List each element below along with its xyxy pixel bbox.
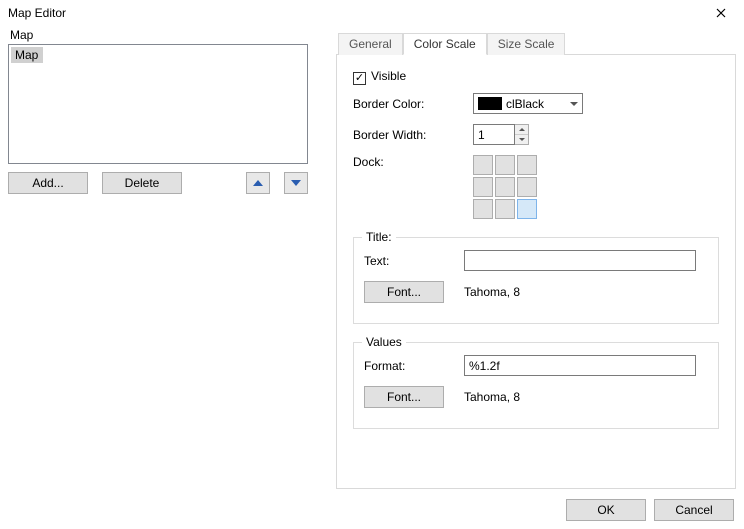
title-legend: Title: xyxy=(362,230,396,244)
tab-general[interactable]: General xyxy=(338,33,403,55)
close-button[interactable] xyxy=(706,3,736,23)
title-font-value: Tahoma, 8 xyxy=(464,285,520,299)
dock-cell-6[interactable] xyxy=(473,199,493,219)
map-group-label: Map xyxy=(10,28,328,42)
title-text-label: Text: xyxy=(364,254,464,268)
dialog-footer: OK Cancel xyxy=(566,499,734,521)
dock-cell-0[interactable] xyxy=(473,155,493,175)
values-font-value: Tahoma, 8 xyxy=(464,390,520,404)
left-panel: Map Map Add... Delete xyxy=(8,24,328,489)
border-color-select[interactable]: clBlack xyxy=(473,93,583,114)
spin-up-button[interactable] xyxy=(515,125,528,135)
tab-panel-color-scale: ✓ Visible Border Color: clBlack Border W… xyxy=(336,55,736,489)
list-item[interactable]: Map xyxy=(11,47,43,63)
right-panel: General Color Scale Size Scale ✓ Visible… xyxy=(336,24,736,489)
dock-cell-2[interactable] xyxy=(517,155,537,175)
visible-checkbox[interactable]: ✓ xyxy=(353,72,366,85)
values-fieldset: Values Format: Font... Tahoma, 8 xyxy=(353,342,719,429)
dock-selector[interactable] xyxy=(473,155,537,219)
arrow-up-icon xyxy=(253,180,263,186)
tab-size-scale[interactable]: Size Scale xyxy=(487,33,566,55)
checkmark-icon: ✓ xyxy=(355,73,364,84)
border-color-value: clBlack xyxy=(506,97,566,111)
title-text-input[interactable] xyxy=(464,250,696,271)
border-width-input[interactable] xyxy=(473,124,515,145)
dock-label: Dock: xyxy=(353,155,473,169)
tab-color-scale[interactable]: Color Scale xyxy=(403,33,487,55)
title-font-button[interactable]: Font... xyxy=(364,281,444,303)
spin-down-button[interactable] xyxy=(515,135,528,144)
values-legend: Values xyxy=(362,335,406,349)
close-icon xyxy=(716,8,726,18)
values-format-label: Format: xyxy=(364,359,464,373)
border-width-stepper[interactable] xyxy=(473,124,529,145)
ok-button[interactable]: OK xyxy=(566,499,646,521)
arrow-down-icon xyxy=(291,180,301,186)
values-font-button[interactable]: Font... xyxy=(364,386,444,408)
map-listbox[interactable]: Map xyxy=(8,44,308,164)
visible-label: Visible xyxy=(371,69,406,83)
window-title: Map Editor xyxy=(8,6,66,20)
delete-button[interactable]: Delete xyxy=(102,172,182,194)
chevron-up-icon xyxy=(519,128,525,131)
border-color-label: Border Color: xyxy=(353,97,473,111)
cancel-button[interactable]: Cancel xyxy=(654,499,734,521)
color-swatch-icon xyxy=(478,97,502,110)
tab-strip: General Color Scale Size Scale xyxy=(336,32,736,55)
dock-cell-3[interactable] xyxy=(473,177,493,197)
dock-cell-1[interactable] xyxy=(495,155,515,175)
dock-cell-4[interactable] xyxy=(495,177,515,197)
add-button[interactable]: Add... xyxy=(8,172,88,194)
title-fieldset: Title: Text: Font... Tahoma, 8 xyxy=(353,237,719,324)
values-format-input[interactable] xyxy=(464,355,696,376)
border-width-label: Border Width: xyxy=(353,128,473,142)
chevron-down-icon xyxy=(519,138,525,141)
titlebar: Map Editor xyxy=(0,0,744,24)
move-up-button[interactable] xyxy=(246,172,270,194)
dock-cell-8[interactable] xyxy=(517,199,537,219)
dock-cell-5[interactable] xyxy=(517,177,537,197)
move-down-button[interactable] xyxy=(284,172,308,194)
dock-cell-7[interactable] xyxy=(495,199,515,219)
chevron-down-icon xyxy=(566,102,582,106)
